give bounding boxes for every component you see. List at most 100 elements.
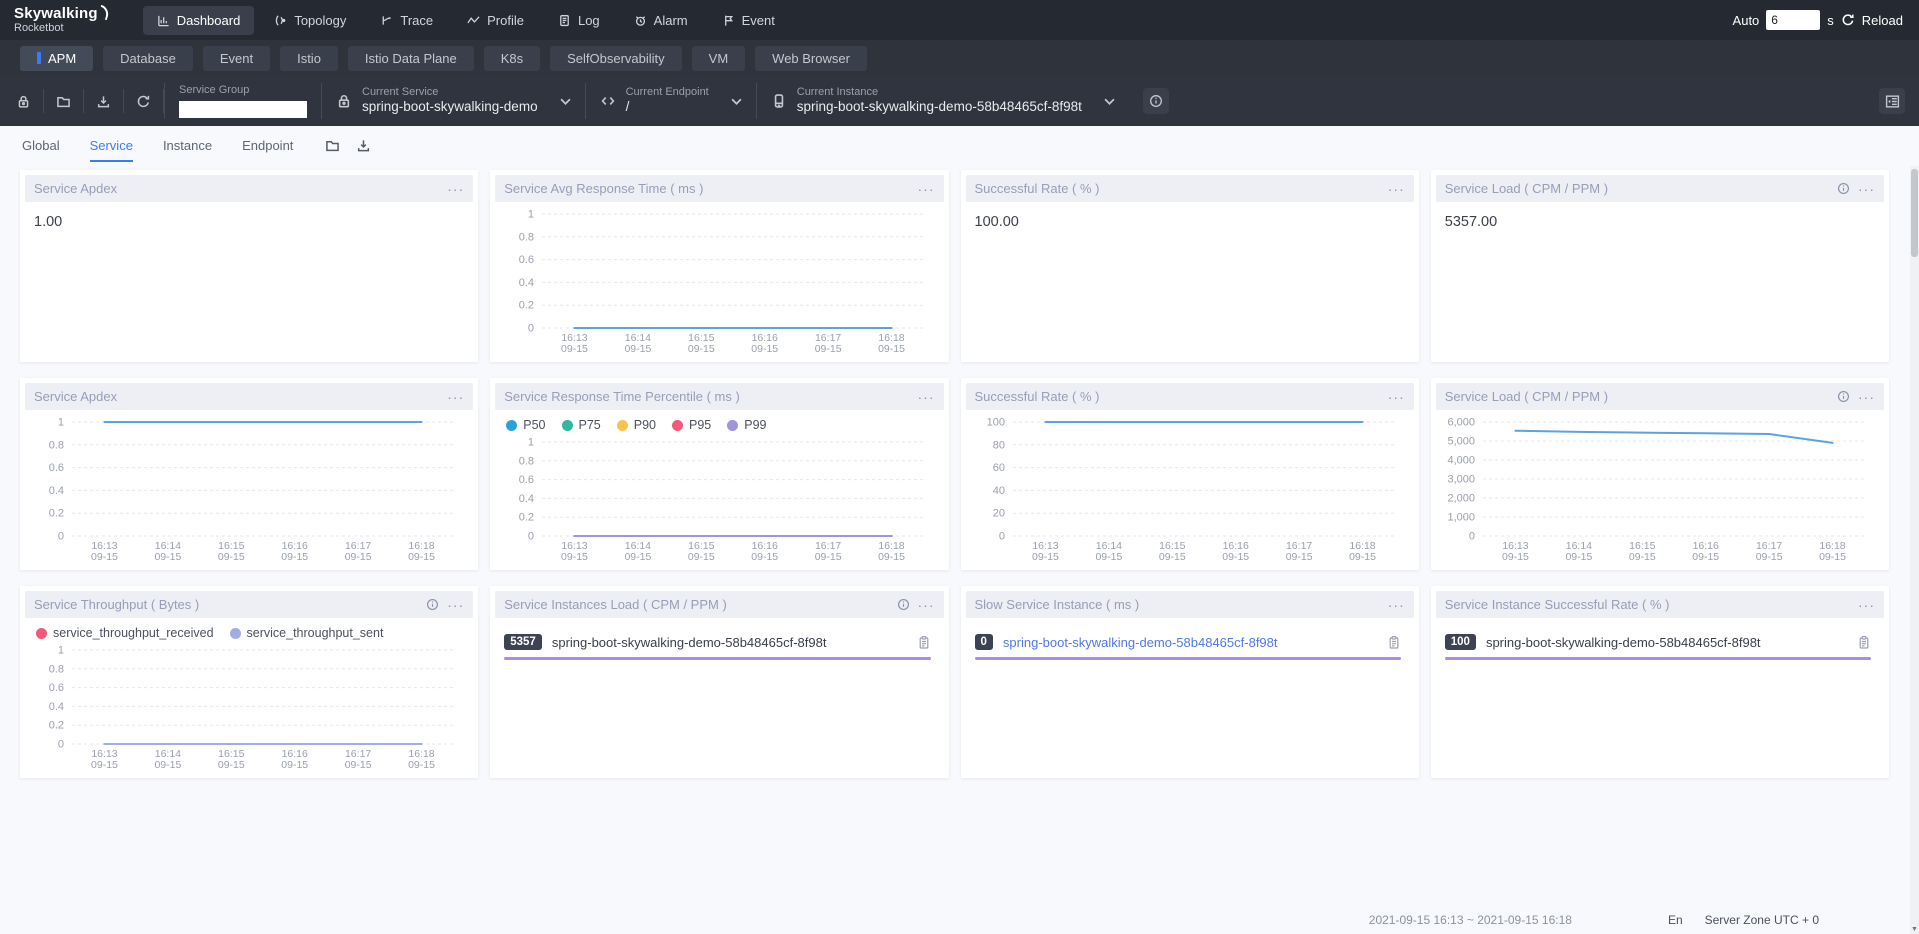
chevron-down-icon[interactable] bbox=[560, 98, 571, 105]
svg-text:09-15: 09-15 bbox=[1819, 551, 1846, 563]
refresh-icon[interactable] bbox=[124, 89, 164, 113]
nav-item-profile[interactable]: Profile bbox=[453, 6, 538, 35]
tabbar-item-vm[interactable]: VM bbox=[692, 46, 746, 71]
legend-item[interactable]: P99 bbox=[727, 418, 766, 432]
card-service-throughput: Service Throughput ( Bytes ) ··· service… bbox=[20, 586, 478, 778]
card-menu-icon[interactable]: ··· bbox=[1858, 392, 1875, 402]
folder-icon[interactable] bbox=[44, 89, 84, 113]
chart-svg: 02040608010016:1309-1516:1409-1516:1509-… bbox=[967, 412, 1413, 566]
svg-text:09-15: 09-15 bbox=[878, 551, 905, 563]
current-instance-value: spring-boot-skywalking-demo-58b48465cf-8… bbox=[797, 99, 1082, 116]
tab-instance[interactable]: Instance bbox=[163, 129, 212, 162]
nav-item-trace[interactable]: Trace bbox=[366, 6, 447, 35]
svg-text:80: 80 bbox=[992, 439, 1004, 451]
tabbar-item-label: K8s bbox=[501, 51, 523, 66]
svg-text:0.6: 0.6 bbox=[519, 474, 534, 486]
chart-svg: 01,0002,0003,0004,0005,0006,00016:1309-1… bbox=[1437, 412, 1883, 566]
svg-text:09-15: 09-15 bbox=[1629, 551, 1656, 563]
legend-dot bbox=[617, 420, 628, 431]
collapse-panel-icon[interactable] bbox=[1879, 88, 1905, 114]
tabbar-item-label: SelfObservability bbox=[567, 51, 665, 66]
export-icon[interactable] bbox=[84, 89, 124, 113]
legend-item[interactable]: P95 bbox=[672, 418, 711, 432]
scrollbar-thumb[interactable] bbox=[1911, 169, 1918, 257]
tabbar-item-database[interactable]: Database bbox=[103, 46, 193, 71]
tabbar-item-istio[interactable]: Istio bbox=[280, 46, 338, 71]
card-menu-icon[interactable]: ··· bbox=[918, 184, 935, 194]
legend-item[interactable]: service_throughput_sent bbox=[230, 626, 384, 640]
service-group-input[interactable] bbox=[179, 101, 307, 118]
card-menu-icon[interactable]: ··· bbox=[1858, 600, 1875, 610]
chevron-down-icon[interactable] bbox=[731, 98, 742, 105]
time-range: 2021-09-15 16:13 ~ 2021-09-15 16:18 bbox=[1369, 913, 1572, 927]
card-menu-icon[interactable]: ··· bbox=[918, 392, 935, 402]
current-instance-selector[interactable]: Current Instance spring-boot-skywalking-… bbox=[756, 83, 1129, 119]
info-icon[interactable] bbox=[1143, 88, 1169, 114]
card-successful-rate-chart: Successful Rate ( % ) ··· 02040608010016… bbox=[961, 378, 1419, 570]
tab-global[interactable]: Global bbox=[22, 129, 60, 162]
folder-icon[interactable] bbox=[325, 138, 340, 153]
auto-reload-controls: Auto s Reload bbox=[1733, 10, 1903, 30]
alarm-icon bbox=[634, 14, 647, 27]
auto-interval-input[interactable] bbox=[1766, 10, 1820, 30]
copy-icon[interactable] bbox=[917, 635, 931, 650]
line-chart: 00.20.40.60.8116:1309-1516:1409-1516:150… bbox=[26, 412, 472, 566]
tabbar-item-web-browser[interactable]: Web Browser bbox=[755, 46, 867, 71]
copy-icon[interactable] bbox=[1857, 635, 1871, 650]
legend-item[interactable]: P50 bbox=[506, 418, 545, 432]
legend-item[interactable]: P90 bbox=[617, 418, 656, 432]
card-menu-icon[interactable]: ··· bbox=[918, 600, 935, 610]
nav-item-event[interactable]: Event bbox=[708, 6, 789, 35]
card-title: Service Apdex bbox=[34, 181, 447, 196]
card-title: Service Load ( CPM / PPM ) bbox=[1445, 389, 1837, 404]
svg-text:09-15: 09-15 bbox=[281, 759, 308, 771]
instance-name[interactable]: spring-boot-skywalking-demo-58b48465cf-8… bbox=[1003, 635, 1377, 650]
log-icon bbox=[558, 14, 571, 27]
language-toggle[interactable]: En bbox=[1668, 913, 1683, 927]
copy-icon[interactable] bbox=[1387, 635, 1401, 650]
nav-item-alarm[interactable]: Alarm bbox=[620, 6, 702, 35]
main-nav: Dashboard Topology Trace Profile Log Ala… bbox=[143, 6, 789, 35]
tab-endpoint[interactable]: Endpoint bbox=[242, 129, 293, 162]
nav-item-topology[interactable]: Topology bbox=[260, 6, 360, 35]
card-menu-icon[interactable]: ··· bbox=[447, 184, 464, 194]
line-chart: 00.20.40.60.8116:1309-1516:1409-1516:150… bbox=[496, 432, 942, 566]
chevron-down-icon[interactable] bbox=[1104, 98, 1115, 105]
tabbar-item-event[interactable]: Event bbox=[203, 46, 270, 71]
reload-label[interactable]: Reload bbox=[1862, 13, 1903, 28]
card-menu-icon[interactable]: ··· bbox=[1388, 600, 1405, 610]
chart-svg: 00.20.40.60.8116:1309-1516:1409-1516:150… bbox=[26, 640, 472, 774]
instance-list: 5357spring-boot-skywalking-demo-58b48465… bbox=[496, 620, 942, 674]
download-icon[interactable] bbox=[356, 138, 371, 153]
legend-item[interactable]: P75 bbox=[562, 418, 601, 432]
metric-value: 5357.00 bbox=[1437, 204, 1883, 230]
lock-icon[interactable] bbox=[4, 89, 44, 113]
reload-icon[interactable] bbox=[1841, 13, 1855, 27]
tabbar-item-k8s[interactable]: K8s bbox=[484, 46, 540, 71]
legend-item[interactable]: service_throughput_received bbox=[36, 626, 214, 640]
card-menu-icon[interactable]: ··· bbox=[1858, 184, 1875, 194]
nav-item-log[interactable]: Log bbox=[544, 6, 614, 35]
card-menu-icon[interactable]: ··· bbox=[1388, 392, 1405, 402]
tabbar-item-apm[interactable]: APM bbox=[20, 46, 93, 71]
svg-text:0.4: 0.4 bbox=[519, 493, 534, 505]
tab-service[interactable]: Service bbox=[90, 129, 133, 162]
svg-text:0.4: 0.4 bbox=[49, 701, 64, 713]
info-icon[interactable] bbox=[897, 598, 910, 611]
card-menu-icon[interactable]: ··· bbox=[447, 392, 464, 402]
svg-text:09-15: 09-15 bbox=[1692, 551, 1719, 563]
scrollbar-down-arrow[interactable]: ▼ bbox=[1910, 926, 1919, 933]
card-menu-icon[interactable]: ··· bbox=[447, 600, 464, 610]
card-service-load-value: Service Load ( CPM / PPM ) ··· 5357.00 bbox=[1431, 170, 1889, 362]
tabbar-item-istio-data-plane[interactable]: Istio Data Plane bbox=[348, 46, 474, 71]
legend-label: P50 bbox=[523, 418, 545, 432]
vertical-scrollbar[interactable]: ▼ bbox=[1910, 166, 1919, 934]
current-service-selector[interactable]: Current Service spring-boot-skywalking-d… bbox=[321, 83, 585, 119]
nav-item-dashboard[interactable]: Dashboard bbox=[143, 6, 255, 35]
card-menu-icon[interactable]: ··· bbox=[1388, 184, 1405, 194]
current-endpoint-selector[interactable]: Current Endpoint / bbox=[585, 83, 756, 119]
info-icon[interactable] bbox=[426, 598, 439, 611]
info-icon[interactable] bbox=[1837, 182, 1850, 195]
info-icon[interactable] bbox=[1837, 390, 1850, 403]
tabbar-item-selfobservability[interactable]: SelfObservability bbox=[550, 46, 682, 71]
